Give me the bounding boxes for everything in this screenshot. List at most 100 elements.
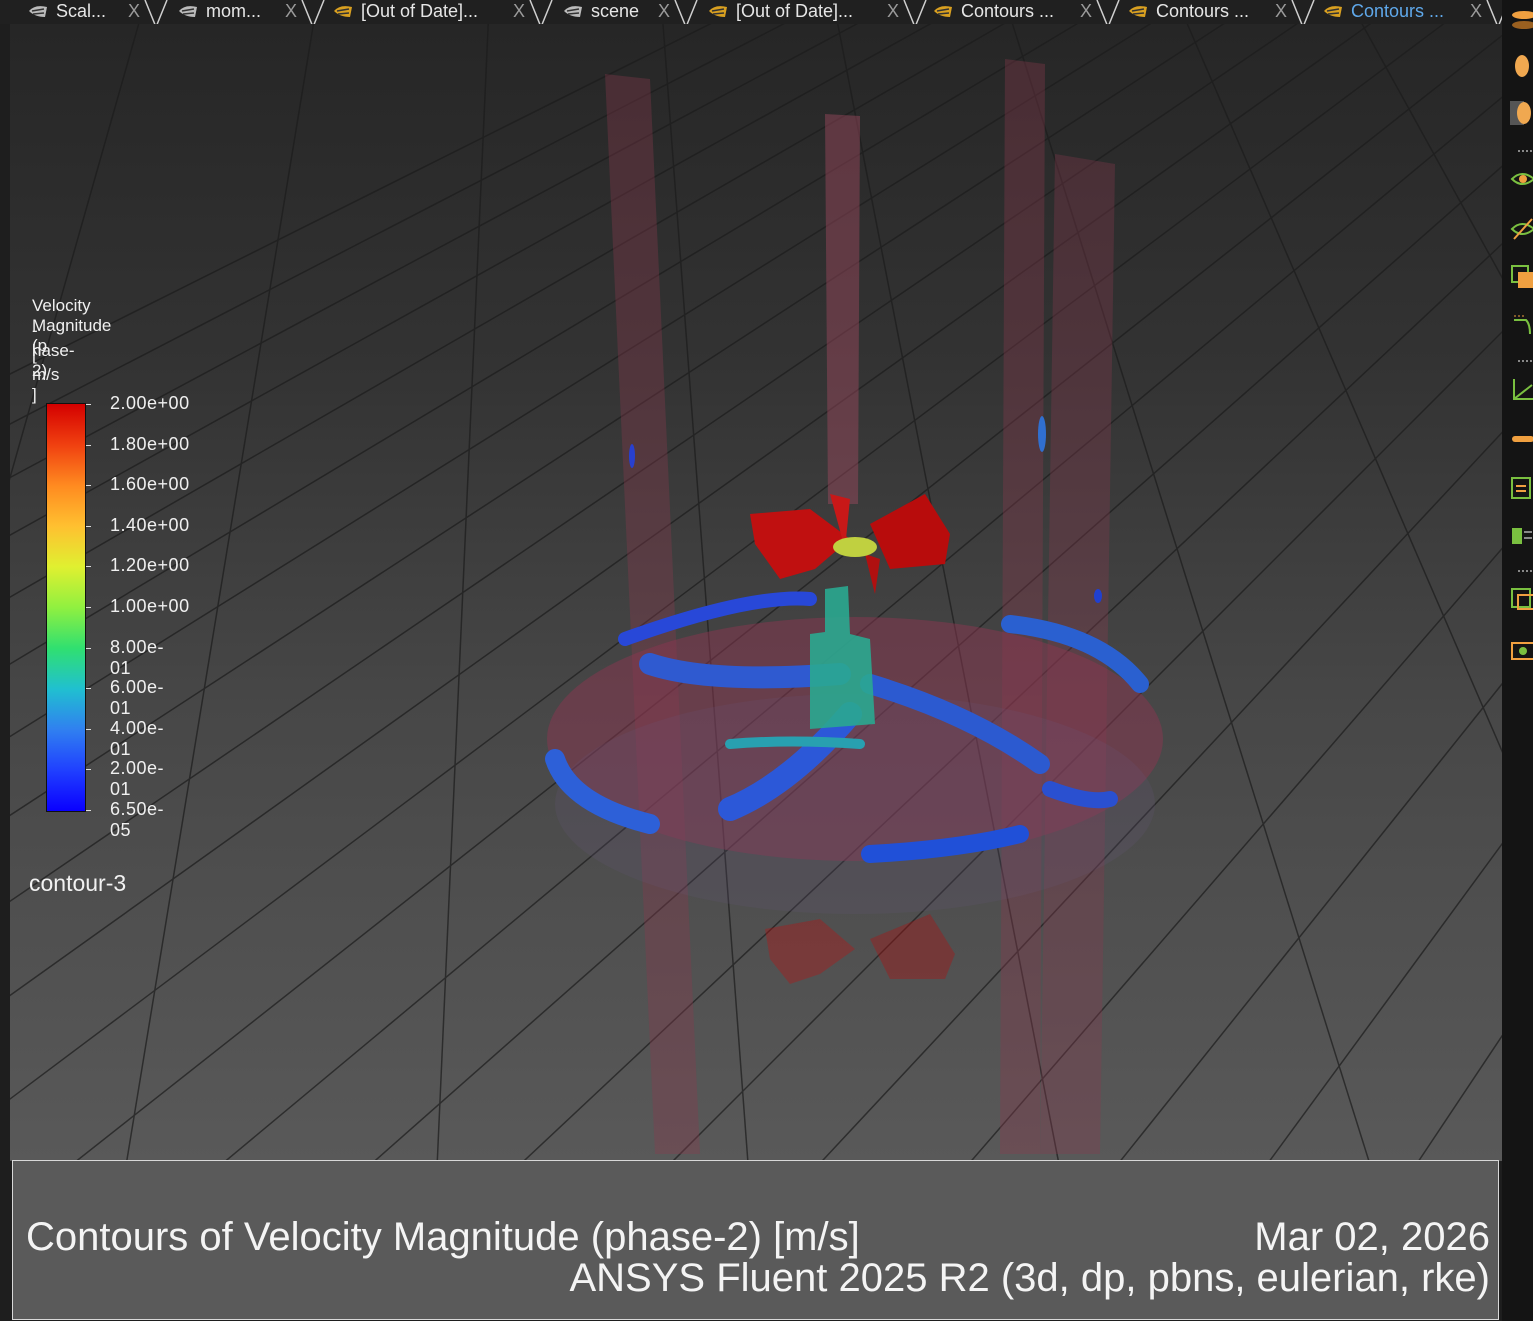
legend-tick-mark — [86, 485, 91, 487]
ruler-icon[interactable] — [1510, 425, 1533, 453]
legend-tick-mark — [86, 728, 91, 730]
axes-icon[interactable] — [1510, 375, 1533, 403]
legend-tick-mark — [86, 525, 91, 527]
show-icon[interactable] — [1510, 165, 1533, 193]
legend-tick-label: 6.50e-05 — [110, 799, 165, 840]
close-tab-button[interactable]: X — [128, 0, 140, 22]
mesh-icon — [931, 2, 955, 20]
grid-line — [436, 24, 489, 1161]
grid-line — [10, 24, 712, 375]
grid-line — [224, 96, 1502, 1161]
tab-6[interactable]: Contours ... — [931, 0, 1054, 22]
toolbar-separator — [1518, 150, 1532, 156]
tab-label: scene — [591, 0, 640, 21]
close-icon[interactable]: X — [1275, 1, 1287, 22]
legend-tick-label: 1.80e+00 — [110, 433, 190, 454]
mesh-icon — [561, 2, 585, 20]
graphics-tab-bar: Scal... Xmom... X [Out of Date]... Xscene X [O… — [0, 0, 1510, 29]
tab-2[interactable]: mom... — [176, 0, 261, 22]
disk-reflection — [555, 694, 1155, 914]
annotate-icon[interactable] — [1510, 474, 1533, 502]
tab-label: mom... — [206, 0, 262, 21]
clip-icon[interactable] — [1510, 522, 1533, 550]
colorbar — [46, 403, 86, 812]
tab-8[interactable]: Contours ... — [1321, 0, 1444, 22]
close-icon[interactable]: X — [285, 1, 297, 22]
headlight-icon[interactable] — [1510, 52, 1533, 80]
tab-label: Scal... — [56, 0, 107, 21]
toolbar-separator — [1518, 570, 1532, 576]
legend-tick-label: 1.40e+00 — [110, 514, 190, 535]
close-icon[interactable]: X — [1080, 1, 1092, 22]
grid-line — [970, 547, 1502, 1161]
views-icon[interactable] — [1510, 585, 1533, 613]
legend-tick-mark — [86, 607, 91, 608]
droplet — [1094, 589, 1102, 603]
fit-window-icon[interactable] — [1510, 262, 1533, 290]
legend-tick-label: 1.20e+00 — [110, 555, 190, 576]
close-tab-button[interactable]: X — [887, 0, 899, 22]
tab-label: Contours ... — [1156, 0, 1250, 21]
close-icon[interactable]: X — [658, 1, 670, 22]
close-icon[interactable]: X — [1470, 1, 1482, 22]
tab-3[interactable]: [Out of Date]... — [331, 0, 478, 22]
legend-tick-label: 2.00e-01 — [110, 758, 165, 800]
close-icon[interactable]: X — [887, 1, 899, 22]
impeller-high-velocity — [750, 494, 950, 594]
legend-tick-label: 6.00e-01 — [110, 677, 165, 719]
lighting-mesh-icon[interactable] — [1510, 99, 1533, 127]
grid-line — [1361, 24, 1502, 279]
grid-line — [522, 242, 1502, 1161]
plot-date: Mar 02, 2026 — [1254, 1215, 1490, 1259]
lights-icon[interactable] — [1510, 7, 1533, 35]
mesh-icon — [706, 2, 730, 20]
tab-1[interactable]: Scal... — [26, 0, 106, 22]
mesh-icon — [26, 2, 50, 20]
title-block: Contours of Velocity Magnitude (phase-2)… — [12, 1160, 1499, 1320]
toolbar-separator — [1518, 360, 1532, 366]
mesh-icon — [331, 2, 355, 20]
grid-line — [10, 24, 1225, 817]
close-tab-button[interactable]: X — [513, 0, 525, 22]
3d-scene — [10, 24, 1502, 1161]
legend-tick-label: 1.60e+00 — [110, 474, 190, 495]
close-tab-button[interactable]: X — [1080, 0, 1092, 22]
close-icon[interactable]: X — [513, 1, 525, 22]
close-icon[interactable]: X — [128, 1, 140, 22]
close-tab-button[interactable]: X — [285, 0, 297, 22]
plot-title: Contours of Velocity Magnitude (phase-2)… — [26, 1215, 860, 1259]
legend-tick-mark — [86, 444, 91, 446]
legend-tick-mark — [86, 404, 91, 405]
close-tab-button[interactable]: X — [1470, 0, 1482, 22]
grid-line — [1268, 842, 1502, 1161]
grid-line — [10, 24, 1445, 1100]
tab-label: [Out of Date]... — [361, 0, 479, 21]
mesh-icon — [176, 2, 200, 20]
solver-info: ANSYS Fluent 2025 R2 (3d, dp, pbns, eule… — [569, 1256, 1490, 1300]
legend-tick-mark — [86, 810, 91, 811]
grid-line — [10, 24, 1372, 997]
droplet — [1038, 416, 1046, 452]
snapshot-icon[interactable] — [1510, 635, 1533, 663]
hide-icon[interactable] — [1510, 215, 1533, 243]
close-tab-button[interactable]: X — [1275, 0, 1287, 22]
graphics-toolbar — [1502, 0, 1533, 1321]
graphics-viewport[interactable]: Velocity Magnitude (p -hase-2) [ m/s ] 2… — [10, 24, 1502, 1161]
grid-line — [10, 24, 1298, 903]
legend-tick-mark — [86, 566, 91, 568]
grid-line — [1186, 24, 1502, 753]
baffle — [1000, 59, 1045, 1154]
legend-tick-label: 2.00e+00 — [110, 393, 190, 413]
close-tab-button[interactable]: X — [658, 0, 670, 22]
mesh-icon — [1321, 2, 1345, 20]
tab-4[interactable]: scene — [561, 0, 639, 22]
tab-7[interactable]: Contours ... — [1126, 0, 1249, 22]
tab-label: Contours ... — [1351, 0, 1445, 21]
rotate-view-icon[interactable] — [1510, 312, 1533, 340]
droplet — [629, 444, 635, 468]
grid-line — [1417, 1034, 1502, 1161]
grid-line — [126, 24, 315, 1161]
legend-units: [ m/s ] — [32, 345, 60, 404]
grid-line — [1470, 24, 1502, 1161]
tab-5[interactable]: [Out of Date]... — [706, 0, 853, 22]
